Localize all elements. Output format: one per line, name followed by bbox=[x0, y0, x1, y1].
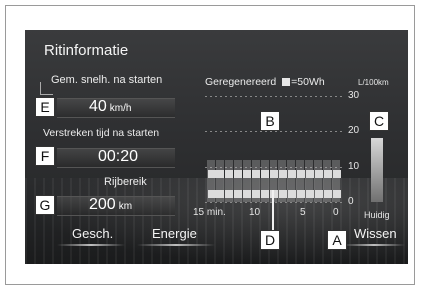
x-tick-label: 5 bbox=[300, 207, 306, 218]
gridline-0 bbox=[205, 202, 343, 203]
callout-g: G bbox=[35, 195, 55, 215]
regen-icon bbox=[296, 170, 305, 178]
regen-icon bbox=[252, 190, 261, 198]
regen-icon bbox=[323, 170, 332, 178]
regen-icon bbox=[207, 190, 216, 198]
gridline-30 bbox=[205, 96, 343, 97]
energy-button-underline bbox=[137, 244, 215, 246]
clear-button-underline bbox=[343, 244, 405, 246]
current-label: Huidig bbox=[364, 210, 390, 220]
regen-icon bbox=[216, 170, 225, 178]
regen-icon bbox=[261, 170, 270, 178]
regen-icon bbox=[225, 170, 234, 178]
current-consumption-bar bbox=[371, 138, 383, 202]
regen-icon bbox=[270, 170, 279, 178]
callout-d: D bbox=[260, 230, 280, 250]
history-button[interactable]: Gesch. bbox=[72, 226, 113, 241]
x-tick-label: 0 bbox=[333, 207, 339, 218]
callout-a: A bbox=[327, 230, 347, 250]
regen-icon bbox=[252, 170, 261, 178]
regen-icon bbox=[305, 170, 314, 178]
x-tick-label: 10 bbox=[249, 207, 261, 218]
regen-icon bbox=[323, 190, 332, 198]
regen-icon bbox=[234, 190, 243, 198]
callout-c: C bbox=[369, 111, 389, 131]
history-button-underline bbox=[57, 244, 125, 246]
regen-icon bbox=[332, 170, 341, 178]
regen-icon bbox=[314, 170, 323, 178]
callout-e: E bbox=[35, 97, 55, 117]
gridline-20 bbox=[205, 131, 343, 133]
y-tick-label: 30 bbox=[348, 90, 360, 101]
regen-icon bbox=[305, 190, 314, 198]
regen-icon bbox=[278, 170, 287, 178]
regen-icon bbox=[243, 190, 252, 198]
regen-icon bbox=[278, 190, 287, 198]
regen-icon bbox=[332, 190, 341, 198]
regen-icon bbox=[314, 190, 323, 198]
y-tick-label: 20 bbox=[348, 125, 360, 137]
energy-button[interactable]: Energie bbox=[152, 226, 197, 241]
trip-information-screen: Ritinformatie Gem. snelh. na starten 40 k… bbox=[25, 30, 408, 264]
regen-icon bbox=[216, 190, 225, 198]
callout-f: F bbox=[35, 146, 55, 166]
regen-icon bbox=[207, 170, 216, 178]
callout-b: B bbox=[260, 111, 280, 131]
callout-d-pointer bbox=[272, 190, 274, 232]
regen-icon bbox=[225, 190, 234, 198]
regen-icon bbox=[234, 170, 243, 178]
y-tick-label: 10 bbox=[348, 160, 360, 172]
regen-icon bbox=[287, 170, 296, 178]
regen-icon bbox=[296, 190, 305, 198]
illustration-frame: Ritinformatie Gem. snelh. na starten 40 k… bbox=[5, 5, 415, 285]
x-tick-label: 15 min. bbox=[193, 207, 226, 218]
regen-icon bbox=[287, 190, 296, 198]
regen-icon bbox=[261, 190, 270, 198]
regen-icon bbox=[243, 170, 252, 178]
clear-button[interactable]: Wissen bbox=[354, 226, 397, 241]
y-tick-label: 0 bbox=[348, 196, 354, 207]
